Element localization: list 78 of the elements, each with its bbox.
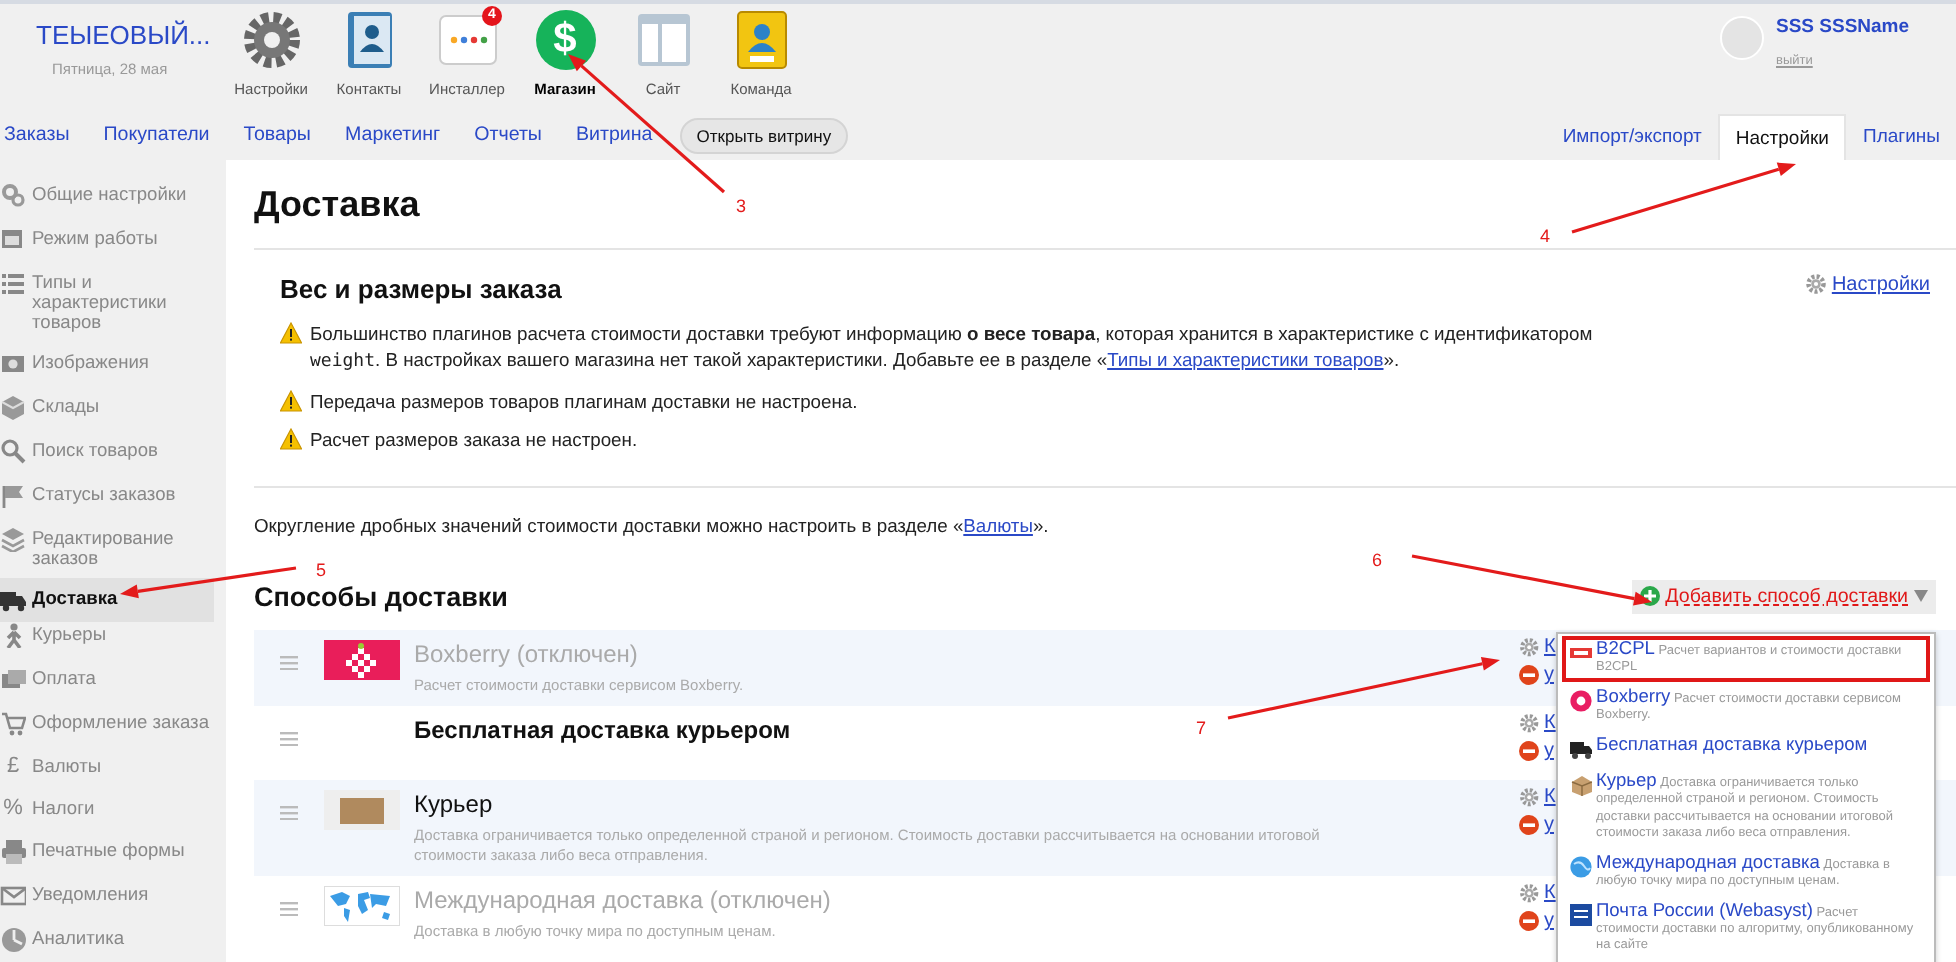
add-shipping-method-button[interactable]: Добавить способ доставки — [1631, 579, 1936, 613]
drag-handle-icon — [280, 806, 298, 820]
inline-link[interactable]: Типы и характеристики товаров — [1107, 348, 1384, 370]
currency-icon: £ — [0, 756, 26, 778]
cards-icon — [0, 666, 26, 692]
minus-icon — [1518, 910, 1540, 932]
rounding-note: Округление дробных значений стоимости доставки можно настроить в разделе «Валюты». — [254, 514, 1051, 536]
settings-tab[interactable]: Настройки — [1717, 114, 1847, 160]
warning-icon — [280, 322, 302, 344]
shipping-method-title: Бесплатная доставка курьером — [414, 716, 791, 744]
store-name[interactable]: ТЕЫЕОВЫЙ... — [36, 20, 224, 50]
shipping-method-title: Boxberry (отключен) — [414, 640, 638, 668]
truck-icon — [1570, 738, 1592, 761]
gears-icon — [0, 182, 26, 208]
section-title: Способы доставки — [254, 581, 508, 611]
nav-link[interactable]: Маркетинг — [344, 124, 441, 146]
drag-handle-icon — [280, 902, 298, 916]
settings-tab[interactable]: Плагины — [1846, 114, 1956, 160]
warning-text: Передача размеров товаров плагинам доставки не настроена. — [310, 388, 858, 414]
nav-link[interactable]: Витрина — [575, 124, 653, 146]
nav-link[interactable]: Отчеты — [474, 124, 542, 146]
settings-tab[interactable]: Импорт/экспорт — [1546, 114, 1718, 160]
boxberry-logo-drawing — [324, 640, 400, 680]
delete-link[interactable]: у — [1544, 740, 1554, 762]
box-icon — [0, 394, 26, 420]
settings-link[interactable]: К — [1544, 786, 1556, 808]
open-storefront-button[interactable]: Открыть витрину — [680, 117, 848, 153]
nav-link[interactable]: Товары — [243, 124, 311, 146]
layers-icon — [0, 526, 26, 552]
drag-handle-icon — [280, 732, 298, 746]
nav-link[interactable]: Заказы — [4, 124, 70, 146]
drag-handle-icon — [280, 656, 298, 670]
gear-icon — [239, 8, 303, 72]
avatar-icon — [1720, 16, 1764, 60]
envelope-icon — [0, 882, 26, 908]
gear-icon — [1518, 636, 1540, 658]
globe-icon — [1570, 855, 1592, 878]
annotation-number: 3 — [736, 196, 747, 216]
inline-link[interactable]: Валюты — [963, 514, 1033, 536]
minus-icon — [1518, 814, 1540, 836]
dollar-icon: $ — [535, 10, 595, 70]
annotation-number: 7 — [1196, 718, 1207, 738]
minus-icon — [1518, 664, 1540, 686]
section-title: Вес и размеры заказа — [280, 274, 562, 304]
warning-icon — [280, 428, 302, 450]
caret-icon — [1914, 590, 1928, 602]
annotation-number: 5 — [316, 560, 327, 580]
truck-icon — [0, 586, 26, 612]
image-icon — [0, 350, 26, 376]
warning-text: Большинство плагинов расчета стоимости доставки требуют информацию о весе товара, которая хранится в характеристике с идентификатором weight. В настройках вашего магазина нет такой характеристики. Добавьте ее в разделе «Типы и характеристики товаров». — [310, 320, 1595, 376]
settings-link[interactable]: Настройки — [1831, 273, 1930, 295]
gear-icon — [1518, 882, 1540, 904]
cart-icon — [0, 710, 26, 736]
printer-icon — [0, 838, 26, 864]
sidebar-item[interactable]: Доставка — [0, 578, 214, 622]
warning-icon — [280, 390, 302, 412]
annotation-number: 6 — [1372, 550, 1383, 570]
world-map-drawing — [324, 886, 400, 926]
flag-icon — [0, 482, 26, 508]
settings-link[interactable]: К — [1544, 712, 1556, 734]
minus-icon — [1518, 740, 1540, 762]
gear-icon — [1518, 786, 1540, 808]
user-name[interactable]: SSS SSSName — [1776, 16, 1910, 38]
search-icon — [0, 438, 26, 464]
parcel-icon — [1570, 774, 1592, 797]
gear-icon — [1518, 712, 1540, 734]
calendar-icon — [0, 226, 26, 252]
currency-icon: % — [0, 798, 26, 820]
shipping-method-title: Курьер — [414, 790, 493, 818]
photo-placeholder — [324, 790, 400, 830]
shipping-plugin-option[interactable]: Бесплатная доставка курьером — [1562, 732, 1930, 767]
delete-link[interactable]: у — [1544, 814, 1554, 836]
annotation-number: 4 — [1540, 226, 1551, 246]
list-icon — [0, 270, 26, 296]
gear-icon — [1803, 272, 1828, 296]
warning-text: Расчет размеров заказа не настроен. — [310, 426, 638, 452]
shipping-method-title: Международная доставка (отключен) — [414, 886, 831, 914]
nav-link[interactable]: Покупатели — [103, 124, 210, 146]
